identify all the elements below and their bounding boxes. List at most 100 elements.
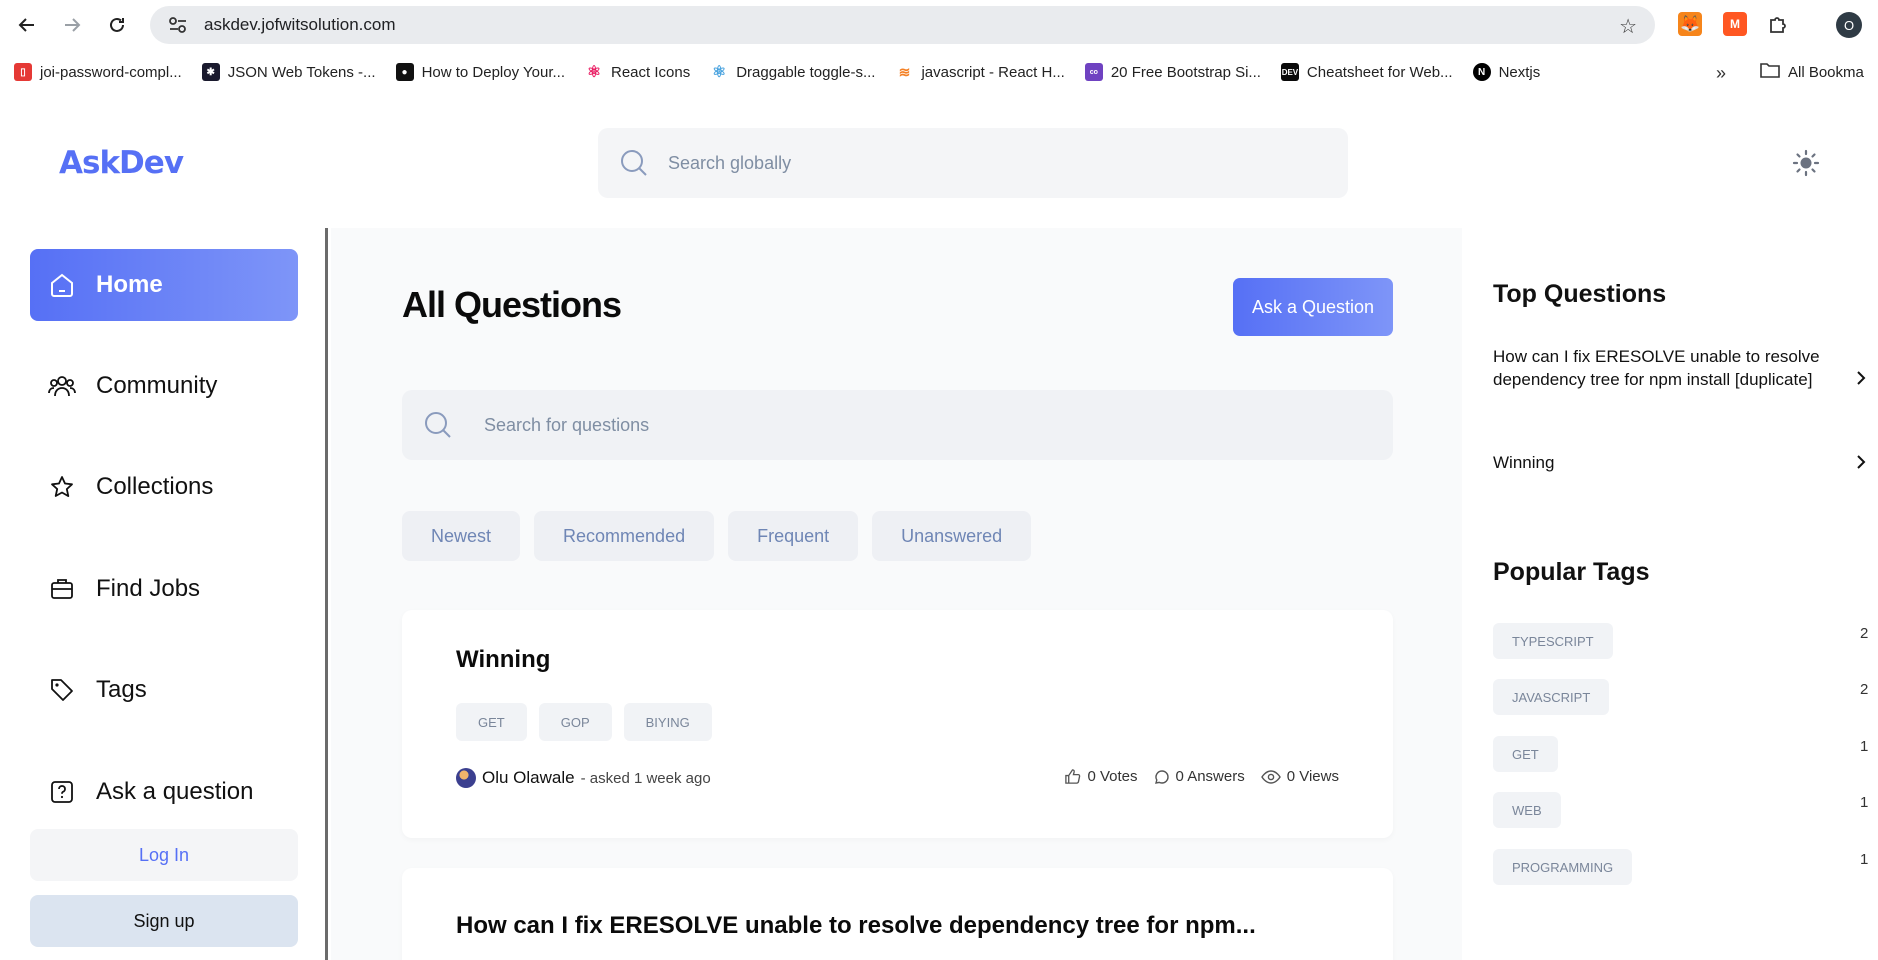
site-info-icon[interactable] xyxy=(162,16,194,34)
question-search-bar[interactable] xyxy=(402,390,1393,460)
bookmark-favicon-icon: ≋ xyxy=(898,63,911,80)
popular-tag[interactable]: TYPESCRIPT xyxy=(1493,623,1613,659)
bookmark-item[interactable]: ⚛ Draggable toggle-s... xyxy=(710,63,875,82)
question-tag[interactable]: BIYING xyxy=(623,703,712,741)
sidebar-item-label: Home xyxy=(96,271,163,298)
bookmark-star-icon[interactable]: ☆ xyxy=(1619,14,1637,39)
tag-icon xyxy=(48,676,76,704)
app-header: AskDev xyxy=(0,95,1878,228)
login-button[interactable]: Log In xyxy=(30,829,298,881)
bookmark-label: Nextjs xyxy=(1498,63,1541,81)
sidebar-item-collections[interactable]: Collections xyxy=(30,451,298,523)
question-author[interactable]: Olu Olawale xyxy=(482,768,575,788)
avatar[interactable] xyxy=(456,768,476,788)
votes-count: 0 Votes xyxy=(1087,768,1138,785)
sidebar-item-home[interactable]: Home xyxy=(30,249,298,321)
global-search-input[interactable] xyxy=(668,152,1268,174)
bookmark-item[interactable]: co 20 Free Bootstrap Si... xyxy=(1084,63,1261,81)
sidebar-item-label: Tags xyxy=(96,676,147,703)
sun-icon[interactable] xyxy=(1790,147,1822,179)
signup-button[interactable]: Sign up xyxy=(30,895,298,947)
question-tag[interactable]: GET xyxy=(456,703,527,741)
forward-arrow-icon[interactable] xyxy=(55,8,89,42)
back-arrow-icon[interactable] xyxy=(10,8,44,42)
briefcase-icon xyxy=(48,575,76,603)
url-text: askdev.jofwitsolution.com xyxy=(204,15,396,34)
tag-count: 1 xyxy=(1860,851,1869,868)
question-title[interactable]: How can I fix ERESOLVE unable to resolve… xyxy=(456,912,1256,940)
all-bookmarks-folder[interactable]: All Bookma xyxy=(1760,62,1864,82)
sidebar-item-label: Community xyxy=(96,372,218,399)
page-title: All Questions xyxy=(402,284,622,325)
more-bookmarks-icon[interactable]: » xyxy=(1716,63,1726,84)
browser-toolbar: askdev.jofwitsolution.com ☆ 🦊 M O xyxy=(0,0,1878,50)
global-search-bar[interactable] xyxy=(598,128,1348,198)
filter-frequent[interactable]: Frequent xyxy=(728,511,859,561)
views-stat: 0 Views xyxy=(1260,768,1339,785)
profile-avatar[interactable]: O xyxy=(1836,12,1862,38)
bookmark-item[interactable]: ⚛ React Icons xyxy=(585,63,690,82)
bookmark-favicon-icon: ⚛ xyxy=(586,64,602,81)
bookmark-item[interactable]: ● How to Deploy Your... xyxy=(395,63,565,81)
tag-count: 2 xyxy=(1860,625,1869,642)
comment-icon xyxy=(1154,769,1169,784)
bookmark-favicon-icon: ● xyxy=(395,63,414,81)
tag-count: 1 xyxy=(1860,738,1869,755)
top-question-item[interactable]: How can I fix ERESOLVE unable to resolve… xyxy=(1493,345,1833,391)
question-stats: 0 Votes 0 Answers 0 Views xyxy=(1064,768,1339,785)
question-card: Winning GET GOP BIYING Olu Olawale - ask… xyxy=(402,610,1393,838)
bookmark-label: javascript - React H... xyxy=(921,63,1065,81)
filter-newest[interactable]: Newest xyxy=(402,511,521,561)
chevron-right-icon[interactable] xyxy=(1852,453,1870,471)
chevron-right-icon[interactable] xyxy=(1852,369,1870,387)
bookmark-item[interactable]: DEV Cheatsheet for Web... xyxy=(1280,63,1453,81)
home-icon xyxy=(48,271,76,299)
filter-recommended[interactable]: Recommended xyxy=(534,511,715,561)
popular-tag[interactable]: GET xyxy=(1493,736,1558,772)
question-tag[interactable]: GOP xyxy=(538,703,612,741)
askdev-logo[interactable]: AskDev xyxy=(59,145,184,181)
sidebar-item-label: Ask a question xyxy=(96,778,254,805)
ask-question-button[interactable]: Ask a Question xyxy=(1233,278,1393,336)
bookmark-favicon-icon: co xyxy=(1084,63,1103,81)
bookmark-item[interactable]: ✱ JSON Web Tokens -... xyxy=(201,63,376,81)
popular-tag[interactable]: JAVASCRIPT xyxy=(1493,679,1610,715)
right-sidebar: Top Questions How can I fix ERESOLVE una… xyxy=(1462,228,1878,960)
popular-tag[interactable]: WEB xyxy=(1493,792,1561,828)
bookmark-label: Cheatsheet for Web... xyxy=(1306,63,1453,81)
all-bookmarks-label: All Bookma xyxy=(1788,63,1864,81)
extensions-puzzle-icon[interactable] xyxy=(1766,12,1790,36)
bookmark-favicon-icon: ▯ xyxy=(14,63,32,81)
sidebar-item-label: Find Jobs xyxy=(96,575,201,602)
search-icon xyxy=(621,150,647,176)
question-title[interactable]: Winning xyxy=(456,646,550,674)
bookmark-item[interactable]: ▯ joi-password-compl... xyxy=(14,63,182,81)
filter-unanswered[interactable]: Unanswered xyxy=(872,511,1032,561)
reload-icon[interactable] xyxy=(100,8,134,42)
sidebar-item-label: Collections xyxy=(96,473,214,500)
bookmarks-bar: ▯ joi-password-compl... ✱ JSON Web Tokens … xyxy=(0,55,1878,89)
top-question-item[interactable]: Winning xyxy=(1493,451,1833,474)
bookmark-favicon-icon: N xyxy=(1472,63,1491,81)
eye-icon xyxy=(1260,769,1281,784)
folder-icon xyxy=(1760,62,1780,82)
address-bar[interactable]: askdev.jofwitsolution.com ☆ xyxy=(150,6,1655,44)
sidebar-item-tags[interactable]: Tags xyxy=(30,654,298,726)
bookmark-item[interactable]: ≋ javascript - React H... xyxy=(895,63,1065,81)
bookmark-label: 20 Free Bootstrap Si... xyxy=(1110,63,1261,81)
bookmark-label: How to Deploy Your... xyxy=(421,63,565,81)
sidebar-item-find-jobs[interactable]: Find Jobs xyxy=(30,553,298,625)
bookmark-item[interactable]: N Nextjs xyxy=(1472,63,1541,81)
question-asked-time: - asked 1 week ago xyxy=(580,769,711,787)
popular-tag[interactable]: PROGRAMMING xyxy=(1493,849,1633,885)
question-icon xyxy=(48,778,76,806)
extension-icon[interactable]: M xyxy=(1723,12,1747,36)
question-search-input[interactable] xyxy=(484,414,1284,436)
popular-tags-title: Popular Tags xyxy=(1493,558,1650,586)
question-meta: Olu Olawale - asked 1 week ago xyxy=(456,768,711,788)
sidebar-item-community[interactable]: Community xyxy=(30,350,298,422)
sidebar-item-ask-question[interactable]: Ask a question xyxy=(30,756,298,828)
tag-count: 1 xyxy=(1860,794,1869,811)
metamask-extension-icon[interactable]: 🦊 xyxy=(1678,12,1702,36)
bookmark-favicon-icon: ⚛ xyxy=(712,64,727,81)
